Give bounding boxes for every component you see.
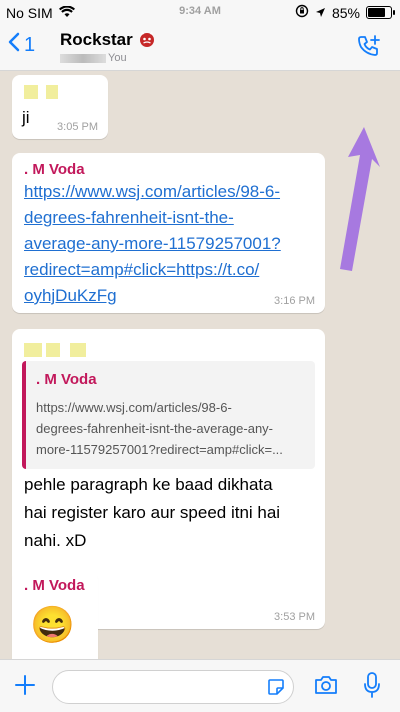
battery-percent: 85% <box>331 4 360 21</box>
link-line[interactable]: oyhjDuKzFg <box>24 283 281 309</box>
sender-name: . M Voda <box>24 577 85 594</box>
camera-icon <box>314 676 338 699</box>
sticker-icon[interactable] <box>267 678 285 701</box>
status-right: 85% <box>295 4 395 21</box>
quote-line: more-11579257001?redirect=amp#click=... <box>36 442 283 457</box>
contact-subtitle: You <box>60 52 127 64</box>
quote-line: degrees-fahrenheit-isnt-the-average-any- <box>36 421 274 436</box>
redacted-sender <box>24 343 86 362</box>
text-line: pehle paragraph ke baad dikhata <box>24 475 273 494</box>
link-line[interactable]: degrees-fahrenheit-isnt-the- <box>24 205 281 231</box>
message-input-box[interactable] <box>52 670 294 704</box>
back-count: 1 <box>24 33 36 56</box>
sender-name: . M Voda <box>24 161 85 178</box>
back-button[interactable]: 1 <box>8 32 35 58</box>
battery-icon <box>366 6 395 19</box>
link-text[interactable]: https://www.wsj.com/articles/98-6- degre… <box>24 179 281 309</box>
link-line[interactable]: https://www.wsj.com/articles/98-6- <box>24 179 281 205</box>
contact-sub-text: You <box>108 52 127 64</box>
mic-icon <box>364 672 380 702</box>
quote-sender: . M Voda <box>36 371 97 388</box>
message-bubble[interactable]: . M Voda https://www.wsj.com/articles/98… <box>12 153 325 313</box>
message-time: 3:05 PM <box>57 121 98 133</box>
message-time: 3:16 PM <box>274 295 315 307</box>
text-line: hai register karo aur speed itni hai <box>24 503 281 522</box>
message-input[interactable] <box>65 677 259 699</box>
add-call-icon <box>356 35 382 64</box>
message-time: 3:53 PM <box>274 611 315 623</box>
grinning-emoji-icon: 😄 <box>30 604 75 645</box>
quote-line: https://www.wsj.com/articles/98-6- <box>36 400 232 415</box>
link-line[interactable]: average-any-more-11579257001? <box>24 231 281 257</box>
lock-rotation-icon <box>295 4 309 21</box>
message-text: ji <box>22 108 30 127</box>
back-chevron-icon <box>8 32 24 58</box>
redacted-sender <box>24 85 58 104</box>
message-bubble[interactable]: ji 3:05 PM <box>12 75 108 139</box>
link-line[interactable]: redirect=amp#click=https://t.co/ <box>24 257 281 283</box>
quote-text: https://www.wsj.com/articles/98-6- degre… <box>36 397 307 460</box>
input-bar <box>0 659 400 712</box>
quoted-message[interactable]: . M Voda https://www.wsj.com/articles/98… <box>22 361 315 469</box>
attach-button[interactable] <box>14 674 36 701</box>
contact-name[interactable]: Rockstar <box>60 30 156 50</box>
chat-header: 1 Rockstar You <box>0 26 400 71</box>
camera-button[interactable] <box>314 675 338 700</box>
ogre-emoji-icon <box>138 30 156 49</box>
text-line: nahi. xD <box>24 531 87 550</box>
add-call-button[interactable] <box>356 34 382 65</box>
annotation-arrow-icon <box>340 127 380 271</box>
chat-area[interactable]: ji 3:05 PM . M Voda https://www.wsj.com/… <box>0 71 400 659</box>
mic-button[interactable] <box>364 672 380 703</box>
status-bar: No SIM 9:34 AM 85% <box>0 0 400 26</box>
location-icon <box>315 5 326 21</box>
redacted-names <box>60 53 106 63</box>
contact-name-text: Rockstar <box>60 30 133 49</box>
plus-icon <box>14 675 36 700</box>
message-bubble[interactable]: . M Voda 😄 <box>12 571 98 659</box>
message-text: pehle paragraph ke baad dikhata hai regi… <box>24 471 280 555</box>
